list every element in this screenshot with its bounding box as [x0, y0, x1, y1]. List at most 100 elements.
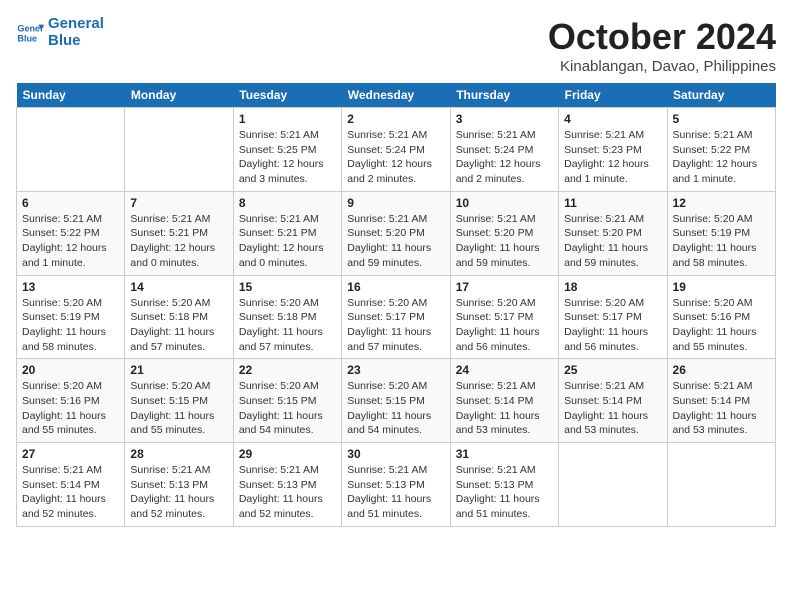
day-number: 2 [347, 112, 444, 126]
day-cell [125, 108, 233, 192]
day-number: 22 [239, 363, 336, 377]
weekday-header-thursday: Thursday [450, 83, 558, 108]
day-number: 4 [564, 112, 661, 126]
day-cell: 18Sunrise: 5:20 AM Sunset: 5:17 PM Dayli… [559, 275, 667, 359]
location-subtitle: Kinablangan, Davao, Philippines [548, 58, 776, 75]
day-cell: 27 Sunrise: 5:21 AM Sunset: 5:14 PM Dayli… [17, 443, 125, 527]
day-number: 25 [564, 363, 661, 377]
day-number: 31 [456, 447, 553, 461]
day-number: 8 [239, 196, 336, 210]
day-cell: 9Sunrise: 5:21 AM Sunset: 5:20 PM Daylig… [342, 191, 450, 275]
weekday-header-monday: Monday [125, 83, 233, 108]
day-info: Sunrise: 5:20 AM Sunset: 5:18 PM Dayligh… [130, 296, 227, 355]
day-info: Sunrise: 5:21 AM Sunset: 5:21 PM Dayligh… [239, 212, 336, 271]
day-number: 20 [22, 363, 119, 377]
day-number: 14 [130, 280, 227, 294]
day-number: 26 [673, 363, 770, 377]
day-info: Sunrise: 5:21 AM Sunset: 5:24 PM Dayligh… [347, 128, 444, 187]
day-number: 16 [347, 280, 444, 294]
week-row-1: 1 Sunrise: 5:21 AM Sunset: 5:25 PM Daylig… [17, 108, 776, 192]
day-info: Sunrise: 5:21 AM Sunset: 5:14 PM Dayligh… [22, 463, 119, 522]
logo-icon: General Blue [16, 19, 44, 47]
day-cell [559, 443, 667, 527]
day-cell: 2 Sunrise: 5:21 AM Sunset: 5:24 PM Daylig… [342, 108, 450, 192]
day-info: Sunrise: 5:21 AM Sunset: 5:14 PM Dayligh… [456, 379, 553, 438]
day-number: 9 [347, 196, 444, 210]
day-number: 11 [564, 196, 661, 210]
day-info: Sunrise: 5:20 AM Sunset: 5:15 PM Dayligh… [130, 379, 227, 438]
logo: General Blue General Blue [16, 16, 104, 49]
day-number: 1 [239, 112, 336, 126]
week-row-3: 13Sunrise: 5:20 AM Sunset: 5:19 PM Dayli… [17, 275, 776, 359]
day-number: 21 [130, 363, 227, 377]
day-cell: 14 Sunrise: 5:20 AM Sunset: 5:18 PM Dayli… [125, 275, 233, 359]
day-number: 19 [673, 280, 770, 294]
day-number: 27 [22, 447, 119, 461]
day-number: 13 [22, 280, 119, 294]
day-number: 7 [130, 196, 227, 210]
day-cell: 11 Sunrise: 5:21 AM Sunset: 5:20 PM Dayli… [559, 191, 667, 275]
day-info: Sunrise: 5:21 AM Sunset: 5:21 PM Dayligh… [130, 212, 227, 271]
logo-text-blue: Blue [48, 33, 104, 50]
day-number: 10 [456, 196, 553, 210]
day-cell: 10 Sunrise: 5:21 AM Sunset: 5:20 PM Dayli… [450, 191, 558, 275]
svg-text:Blue: Blue [17, 33, 37, 43]
day-info: Sunrise: 5:21 AM Sunset: 5:23 PM Dayligh… [564, 128, 661, 187]
day-cell: 22 Sunrise: 5:20 AM Sunset: 5:15 PM Dayli… [233, 359, 341, 443]
day-number: 5 [673, 112, 770, 126]
day-cell: 29 Sunrise: 5:21 AM Sunset: 5:13 PM Dayli… [233, 443, 341, 527]
weekday-header-tuesday: Tuesday [233, 83, 341, 108]
day-number: 28 [130, 447, 227, 461]
day-info: Sunrise: 5:20 AM Sunset: 5:17 PM Dayligh… [456, 296, 553, 355]
day-info: Sunrise: 5:21 AM Sunset: 5:20 PM Dayligh… [456, 212, 553, 271]
day-cell: 13Sunrise: 5:20 AM Sunset: 5:19 PM Dayli… [17, 275, 125, 359]
day-cell: 12 Sunrise: 5:20 AM Sunset: 5:19 PM Dayli… [667, 191, 775, 275]
day-cell: 17 Sunrise: 5:20 AM Sunset: 5:17 PM Dayli… [450, 275, 558, 359]
day-cell: 15Sunrise: 5:20 AM Sunset: 5:18 PM Dayli… [233, 275, 341, 359]
day-info: Sunrise: 5:21 AM Sunset: 5:14 PM Dayligh… [564, 379, 661, 438]
day-number: 17 [456, 280, 553, 294]
day-info: Sunrise: 5:20 AM Sunset: 5:16 PM Dayligh… [22, 379, 119, 438]
day-cell: 31 Sunrise: 5:21 AM Sunset: 5:13 PM Dayli… [450, 443, 558, 527]
day-cell: 23 Sunrise: 5:20 AM Sunset: 5:15 PM Dayli… [342, 359, 450, 443]
day-info: Sunrise: 5:20 AM Sunset: 5:15 PM Dayligh… [239, 379, 336, 438]
day-cell: 25 Sunrise: 5:21 AM Sunset: 5:14 PM Dayli… [559, 359, 667, 443]
day-info: Sunrise: 5:20 AM Sunset: 5:16 PM Dayligh… [673, 296, 770, 355]
week-row-2: 6 Sunrise: 5:21 AM Sunset: 5:22 PM Daylig… [17, 191, 776, 275]
day-number: 12 [673, 196, 770, 210]
day-cell: 4 Sunrise: 5:21 AM Sunset: 5:23 PM Daylig… [559, 108, 667, 192]
day-number: 6 [22, 196, 119, 210]
day-info: Sunrise: 5:21 AM Sunset: 5:13 PM Dayligh… [347, 463, 444, 522]
weekday-header-wednesday: Wednesday [342, 83, 450, 108]
day-info: Sunrise: 5:20 AM Sunset: 5:19 PM Dayligh… [673, 212, 770, 271]
week-row-4: 20 Sunrise: 5:20 AM Sunset: 5:16 PM Dayli… [17, 359, 776, 443]
logo-text-general: General [48, 16, 104, 33]
day-cell: 26 Sunrise: 5:21 AM Sunset: 5:14 PM Dayli… [667, 359, 775, 443]
day-cell: 7 Sunrise: 5:21 AM Sunset: 5:21 PM Daylig… [125, 191, 233, 275]
day-info: Sunrise: 5:20 AM Sunset: 5:15 PM Dayligh… [347, 379, 444, 438]
day-info: Sunrise: 5:21 AM Sunset: 5:25 PM Dayligh… [239, 128, 336, 187]
day-info: Sunrise: 5:20 AM Sunset: 5:18 PM Dayligh… [239, 296, 336, 355]
day-cell: 20 Sunrise: 5:20 AM Sunset: 5:16 PM Dayli… [17, 359, 125, 443]
day-cell: 5Sunrise: 5:21 AM Sunset: 5:22 PM Daylig… [667, 108, 775, 192]
weekday-header-friday: Friday [559, 83, 667, 108]
day-info: Sunrise: 5:21 AM Sunset: 5:20 PM Dayligh… [564, 212, 661, 271]
day-info: Sunrise: 5:21 AM Sunset: 5:14 PM Dayligh… [673, 379, 770, 438]
day-info: Sunrise: 5:21 AM Sunset: 5:22 PM Dayligh… [22, 212, 119, 271]
day-info: Sunrise: 5:21 AM Sunset: 5:13 PM Dayligh… [456, 463, 553, 522]
day-info: Sunrise: 5:20 AM Sunset: 5:17 PM Dayligh… [347, 296, 444, 355]
weekday-header-saturday: Saturday [667, 83, 775, 108]
page-header: General Blue General Blue October 2024 K… [16, 16, 776, 75]
day-info: Sunrise: 5:21 AM Sunset: 5:13 PM Dayligh… [239, 463, 336, 522]
day-cell [17, 108, 125, 192]
week-row-5: 27 Sunrise: 5:21 AM Sunset: 5:14 PM Dayli… [17, 443, 776, 527]
weekday-header-row: SundayMondayTuesdayWednesdayThursdayFrid… [17, 83, 776, 108]
day-number: 30 [347, 447, 444, 461]
day-number: 24 [456, 363, 553, 377]
day-cell: 6 Sunrise: 5:21 AM Sunset: 5:22 PM Daylig… [17, 191, 125, 275]
day-cell [667, 443, 775, 527]
day-number: 29 [239, 447, 336, 461]
month-title: October 2024 [548, 16, 776, 58]
day-number: 23 [347, 363, 444, 377]
day-cell: 3Sunrise: 5:21 AM Sunset: 5:24 PM Daylig… [450, 108, 558, 192]
